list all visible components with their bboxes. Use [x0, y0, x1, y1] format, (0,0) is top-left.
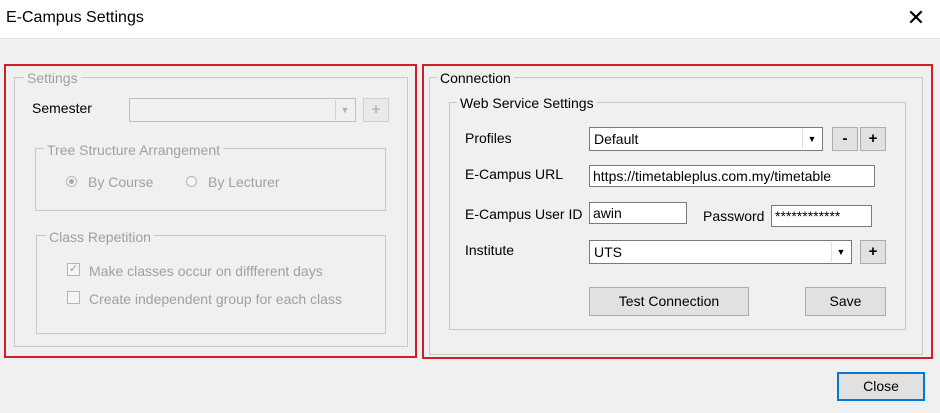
semester-select[interactable]: ▼ [129, 98, 356, 122]
profiles-label: Profiles [465, 130, 512, 146]
ecampus-url-field[interactable]: https://timetableplus.com.my/timetable [589, 165, 875, 187]
independent-group-label: Create independent group for each class [89, 291, 342, 307]
profiles-value: Default [594, 131, 639, 147]
window-title: E-Campus Settings [6, 9, 144, 26]
by-course-label: By Course [88, 174, 154, 190]
password-label: Password [703, 208, 765, 224]
class-repetition-legend: Class Repetition [46, 229, 154, 245]
different-days-checkbox[interactable]: ✓ [67, 263, 80, 276]
ecampus-url-label: E-Campus URL [465, 166, 564, 182]
chevron-down-icon: ▼ [831, 242, 850, 262]
close-icon[interactable]: ✕ [902, 5, 930, 33]
institute-label: Institute [465, 242, 515, 258]
close-button[interactable]: Close [837, 372, 925, 401]
test-connection-button[interactable]: Test Connection [589, 287, 749, 316]
tree-structure-legend: Tree Structure Arrangement [44, 142, 224, 158]
remove-profile-button[interactable]: - [832, 127, 858, 151]
add-semester-button[interactable]: + [363, 98, 389, 122]
profiles-select[interactable]: Default ▼ [589, 127, 823, 151]
institute-select[interactable]: UTS ▼ [589, 240, 852, 264]
by-course-radio[interactable] [66, 176, 77, 187]
settings-legend: Settings [24, 70, 81, 86]
chevron-down-icon: ▼ [335, 100, 354, 120]
semester-label: Semester [32, 100, 92, 116]
add-profile-button[interactable]: + [860, 127, 886, 151]
user-id-label: E-Campus User ID [465, 206, 583, 222]
connection-legend: Connection [437, 70, 514, 86]
different-days-label: Make classes occur on diffferent days [89, 263, 323, 279]
web-service-legend: Web Service Settings [457, 95, 597, 111]
user-id-field[interactable]: awin [589, 202, 687, 224]
institute-value: UTS [594, 244, 622, 260]
save-button[interactable]: Save [805, 287, 886, 316]
chevron-down-icon: ▼ [802, 129, 821, 149]
by-lecturer-label: By Lecturer [208, 174, 280, 190]
title-bar: E-Campus Settings ✕ [0, 0, 940, 39]
password-field[interactable]: ************ [771, 205, 872, 227]
add-institute-button[interactable]: + [860, 240, 886, 264]
independent-group-checkbox[interactable] [67, 291, 80, 304]
by-lecturer-radio[interactable] [186, 176, 197, 187]
class-repetition-group [36, 235, 386, 334]
